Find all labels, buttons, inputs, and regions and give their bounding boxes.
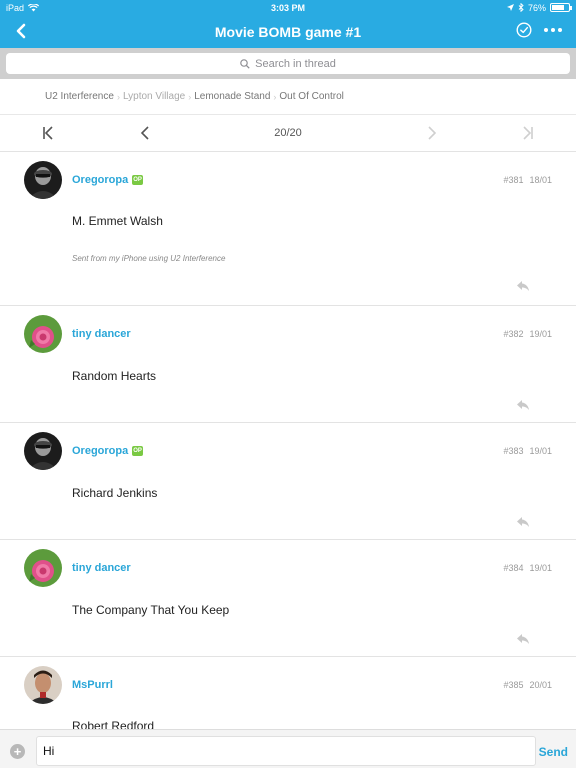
- avatar[interactable]: [24, 549, 62, 587]
- post-item: tiny dancer #382 19/01 Random Hearts: [0, 306, 576, 423]
- nav-bar: Movie BOMB game #1: [0, 15, 576, 48]
- chevron-left-icon: [140, 126, 149, 140]
- post-number: #385: [503, 680, 524, 690]
- post-meta: #381 18/01: [503, 175, 552, 185]
- post-number: #383: [503, 446, 524, 456]
- post-number: #381: [503, 175, 524, 185]
- post-item: MsPurrl #385 20/01 Robert Redford: [0, 657, 576, 732]
- post-text: M. Emmet Walsh: [72, 214, 163, 228]
- reply-icon[interactable]: [516, 633, 530, 645]
- post-item: Oregoropa OP #381 18/01 M. Emmet Walsh Sen…: [0, 152, 576, 306]
- chevron-right-icon: ›: [188, 91, 192, 102]
- post-date: 19/01: [529, 446, 552, 456]
- op-badge: OP: [132, 175, 143, 185]
- username[interactable]: Oregoropa OP: [72, 445, 143, 457]
- username[interactable]: Oregoropa OP: [72, 174, 143, 186]
- post-text: Richard Jenkins: [72, 486, 158, 500]
- status-time: 3:03 PM: [270, 2, 305, 13]
- first-page-icon: [43, 126, 53, 140]
- post-meta: #384 19/01: [503, 563, 552, 573]
- breadcrumb-item[interactable]: U2 Interference ›: [45, 91, 123, 102]
- username[interactable]: tiny dancer: [72, 562, 131, 574]
- username[interactable]: MsPurrl: [72, 679, 113, 691]
- search-input[interactable]: Search in thread: [6, 53, 570, 74]
- battery-percent: 76%: [527, 2, 546, 13]
- avatar[interactable]: [24, 432, 62, 470]
- last-page-icon: [523, 126, 533, 140]
- search-placeholder: Search in thread: [255, 57, 336, 70]
- send-button[interactable]: Send: [539, 745, 568, 759]
- post-signature: Sent from my iPhone using U2 Interferenc…: [72, 254, 226, 263]
- reply-icon[interactable]: [516, 280, 530, 292]
- username[interactable]: tiny dancer: [72, 328, 131, 340]
- chevron-left-icon: [16, 23, 26, 39]
- reply-icon[interactable]: [516, 516, 530, 528]
- post-meta: #385 20/01: [503, 680, 552, 690]
- avatar[interactable]: [24, 666, 62, 704]
- first-page-button[interactable]: [40, 125, 56, 141]
- page-counter: 20/20: [274, 127, 302, 139]
- search-icon: [240, 58, 250, 69]
- reply-icon[interactable]: [516, 399, 530, 411]
- post-number: #382: [503, 329, 524, 339]
- more-dots-icon[interactable]: [544, 28, 562, 32]
- post-meta: #382 19/01: [503, 329, 552, 339]
- avatar[interactable]: [24, 315, 62, 353]
- op-badge: OP: [132, 446, 143, 456]
- chevron-right-icon: ›: [116, 91, 120, 102]
- post-item: tiny dancer #384 19/01 The Company That Y…: [0, 540, 576, 657]
- pager: 20/20: [0, 115, 576, 152]
- avatar[interactable]: [24, 161, 62, 199]
- prev-page-button[interactable]: [137, 125, 153, 141]
- breadcrumb-item[interactable]: Lypton Village ›: [123, 91, 194, 102]
- chevron-right-icon: ›: [273, 91, 277, 102]
- wifi-icon: [28, 3, 40, 11]
- top-bar: iPad 3:03 PM 76% Movie BOMB game #1: [0, 0, 576, 48]
- battery-icon: [550, 3, 572, 12]
- reply-composer: + Send: [0, 729, 576, 768]
- status-right: 76%: [506, 2, 572, 13]
- device-label: iPad: [6, 2, 25, 13]
- last-page-button[interactable]: [520, 125, 536, 141]
- post-date: 18/01: [529, 175, 552, 185]
- breadcrumb: U2 Interference › Lypton Village › Lemonad…: [0, 79, 576, 115]
- post-meta: #383 19/01: [503, 446, 552, 456]
- bluetooth-icon: [518, 3, 524, 12]
- back-button[interactable]: [10, 20, 32, 42]
- breadcrumb-item[interactable]: Lemonade Stand ›: [194, 91, 279, 102]
- next-page-button[interactable]: [424, 125, 440, 141]
- add-attachment-icon[interactable]: +: [10, 744, 25, 759]
- post-date: 19/01: [529, 563, 552, 573]
- post-text: Random Hearts: [72, 369, 157, 383]
- status-bar: iPad 3:03 PM 76%: [0, 0, 576, 15]
- post-number: #384: [503, 563, 524, 573]
- chevron-right-icon: [428, 126, 437, 140]
- breadcrumb-item[interactable]: Out Of Control: [279, 91, 343, 102]
- post-item: Oregoropa OP #383 19/01 Richard Jenkins: [0, 423, 576, 540]
- location-icon: [506, 4, 514, 11]
- check-circle-icon[interactable]: [516, 22, 532, 38]
- search-bar: Search in thread: [0, 48, 576, 79]
- post-text: The Company That You Keep: [72, 603, 230, 617]
- status-left: iPad: [6, 2, 40, 13]
- post-date: 19/01: [529, 329, 552, 339]
- page-title: Movie BOMB game #1: [214, 24, 362, 40]
- post-date: 20/01: [529, 680, 552, 690]
- reply-input[interactable]: [36, 736, 536, 766]
